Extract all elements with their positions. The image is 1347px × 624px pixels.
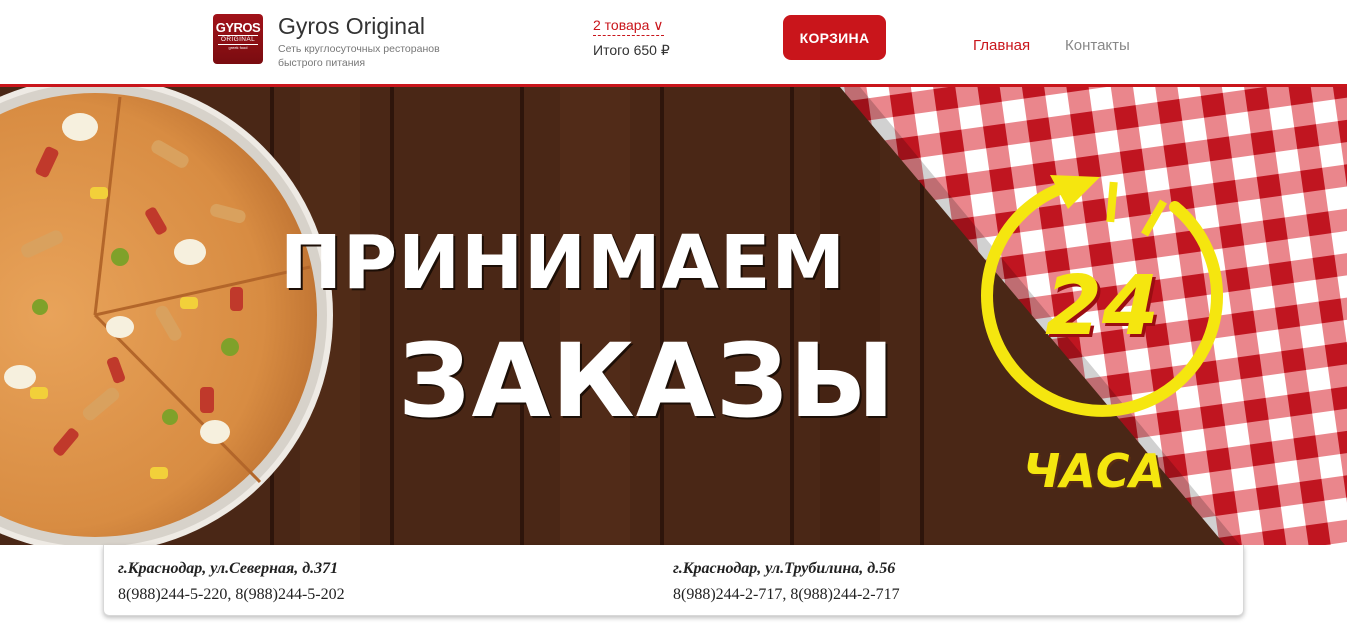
nav-link-home[interactable]: Главная xyxy=(973,37,1030,54)
banner-headline-line2: ЗАКАЗЫ xyxy=(398,322,896,441)
logo-text-gyros: GYROS xyxy=(215,20,261,35)
cart-button[interactable]: КОРЗИНА xyxy=(783,15,886,60)
addresses-panel: г.Краснодар, ул.Северная, д.371 8(988)24… xyxy=(103,545,1244,616)
logo-text-tagline: greek food xyxy=(228,45,248,50)
logo-text-original: ORIGINAL xyxy=(218,35,258,45)
cart-items-dropdown[interactable]: 2 товара ∨ xyxy=(593,17,664,36)
brand-subtitle: Сеть круглосуточных ресторанов быстрого … xyxy=(278,43,440,69)
brand-logo[interactable]: GYROS ORIGINAL greek food xyxy=(213,14,263,64)
address-title-1: г.Краснодар, ул.Северная, д.371 xyxy=(118,560,339,577)
address-phones-2: 8(988)244-2-717, 8(988)244-2-717 xyxy=(673,586,900,603)
site-header: GYROS ORIGINAL greek food Gyros Original… xyxy=(0,0,1347,84)
badge-24: 24 xyxy=(1045,259,1160,354)
address-title-2: г.Краснодар, ул.Трубилина, д.56 xyxy=(673,560,896,577)
nav-link-contacts[interactable]: Контакты xyxy=(1065,37,1130,54)
cart-total: Итого 650 ₽ xyxy=(593,42,670,58)
brand-name: Gyros Original xyxy=(278,13,425,39)
promo-banner[interactable]: ПРИНИМАЕМ ЗАКАЗЫ 24 ЧАСА xyxy=(0,87,1347,545)
badge-hours: ЧАСА xyxy=(1023,444,1166,498)
banner-headline-line1: ПРИНИМАЕМ xyxy=(280,220,847,306)
address-phones-1: 8(988)244-5-220, 8(988)244-5-202 xyxy=(118,586,345,603)
